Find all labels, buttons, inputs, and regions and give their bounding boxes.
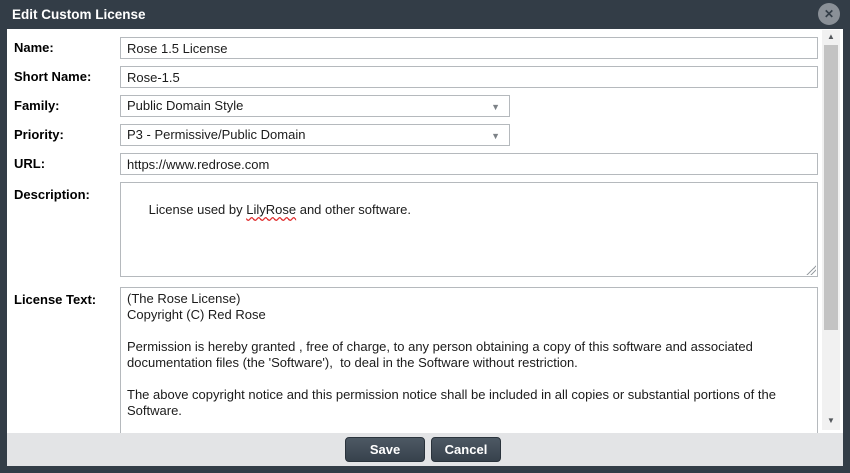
url-label: URL: bbox=[14, 153, 114, 175]
scroll-down-icon[interactable]: ▼ bbox=[822, 414, 840, 428]
close-icon: ✕ bbox=[824, 8, 834, 20]
dialog-titlebar: Edit Custom License ✕ bbox=[0, 0, 850, 29]
name-label: Name: bbox=[14, 37, 114, 59]
license-text-textarea[interactable]: (The Rose License) Copyright (C) Red Ros… bbox=[120, 287, 818, 433]
family-selected-value: Public Domain Style bbox=[127, 98, 243, 113]
save-button[interactable]: Save bbox=[345, 437, 425, 462]
dialog-footer: Save Cancel bbox=[7, 433, 843, 466]
description-label: Description: bbox=[14, 187, 114, 202]
description-text-suffix: and other software. bbox=[296, 202, 411, 217]
priority-label: Priority: bbox=[14, 124, 114, 146]
chevron-down-icon: ▼ bbox=[491, 96, 500, 118]
resize-grip-icon[interactable] bbox=[806, 265, 816, 275]
name-input[interactable] bbox=[120, 37, 818, 59]
license-text-label: License Text: bbox=[14, 292, 114, 307]
dialog-scrollbar[interactable]: ▲ ▼ bbox=[822, 30, 840, 430]
close-button[interactable]: ✕ bbox=[818, 3, 840, 25]
scrollbar-thumb[interactable] bbox=[824, 45, 838, 330]
cancel-button[interactable]: Cancel bbox=[431, 437, 501, 462]
description-textarea[interactable]: License used by LilyRose and other softw… bbox=[120, 182, 818, 277]
priority-select[interactable]: P3 - Permissive/Public Domain ▼ bbox=[120, 124, 510, 146]
short-name-label: Short Name: bbox=[14, 66, 114, 88]
chevron-down-icon: ▼ bbox=[491, 125, 500, 147]
url-input[interactable] bbox=[120, 153, 818, 175]
dialog-content: Name: Short Name: Family: Public Domain … bbox=[7, 29, 843, 433]
edit-custom-license-dialog: Edit Custom License ✕ Name: Short Name: … bbox=[0, 0, 850, 473]
dialog-title: Edit Custom License bbox=[12, 0, 146, 29]
family-select[interactable]: Public Domain Style ▼ bbox=[120, 95, 510, 117]
short-name-input[interactable] bbox=[120, 66, 818, 88]
description-misspelled-word: LilyRose bbox=[246, 202, 296, 217]
priority-selected-value: P3 - Permissive/Public Domain bbox=[127, 127, 305, 142]
scroll-up-icon[interactable]: ▲ bbox=[822, 30, 840, 44]
description-text-prefix: License used by bbox=[149, 202, 247, 217]
family-label: Family: bbox=[14, 95, 114, 117]
